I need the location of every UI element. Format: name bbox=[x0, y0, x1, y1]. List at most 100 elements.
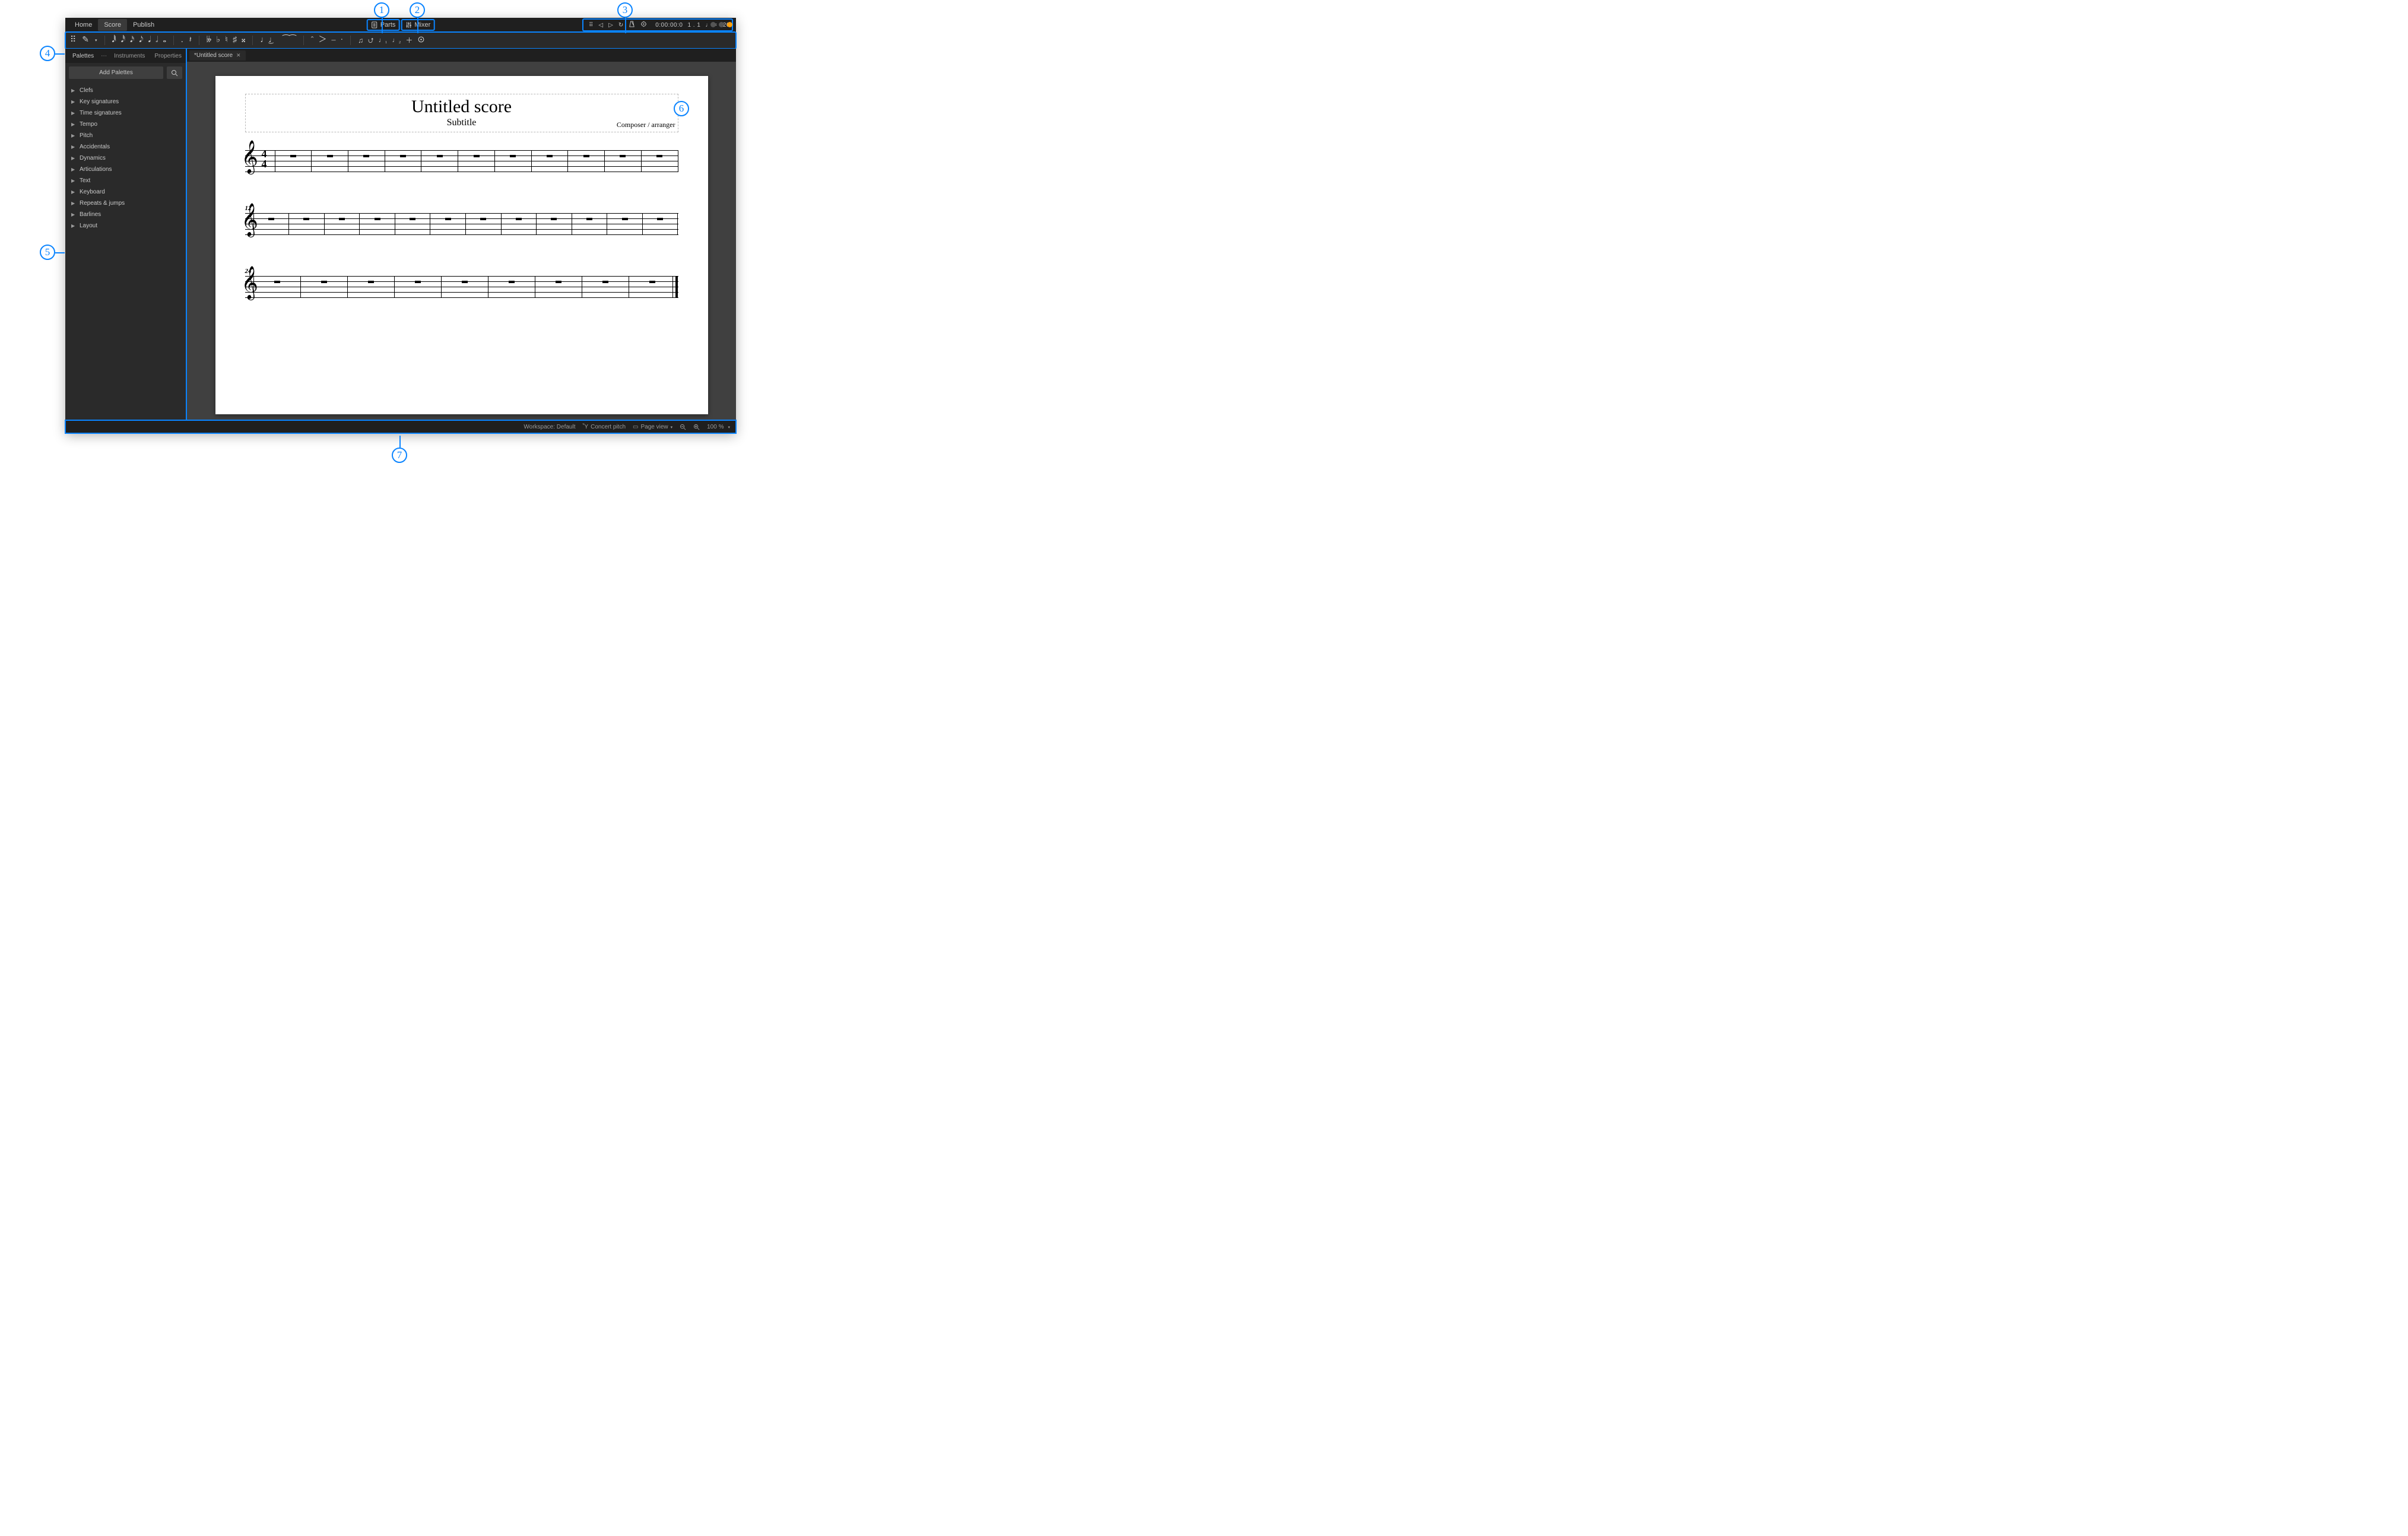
score-title[interactable]: Untitled score bbox=[246, 97, 678, 116]
score-viewport[interactable]: Untitled score Subtitle Composer / arran… bbox=[187, 62, 736, 420]
menu-score[interactable]: Score bbox=[98, 19, 127, 31]
loop-button[interactable]: ↻ bbox=[618, 22, 623, 28]
window-controls[interactable] bbox=[710, 22, 732, 27]
slur-icon[interactable]: ⁀⁀ bbox=[283, 36, 296, 45]
measure[interactable] bbox=[395, 213, 431, 234]
flat-icon[interactable]: ♭ bbox=[216, 36, 220, 45]
close-icon[interactable]: ✕ bbox=[236, 52, 241, 59]
measure[interactable] bbox=[466, 213, 502, 234]
palette-item-layout[interactable]: ▶Layout bbox=[65, 220, 186, 231]
page-view-selector[interactable]: ▭ Page view ▾ bbox=[633, 424, 672, 430]
note-64th-icon[interactable]: 𝅘𝅥𝅱 bbox=[112, 36, 116, 45]
accent-icon[interactable]: ＞ bbox=[318, 36, 326, 45]
measure[interactable] bbox=[385, 150, 422, 172]
natural-icon[interactable]: ♮ bbox=[225, 36, 228, 45]
tab-instruments[interactable]: Instruments bbox=[109, 50, 150, 62]
zoom-level[interactable]: 100 %▾ bbox=[707, 424, 730, 430]
palette-item-dynamics[interactable]: ▶Dynamics bbox=[65, 153, 186, 164]
measure[interactable] bbox=[360, 213, 395, 234]
measure[interactable] bbox=[535, 276, 582, 297]
tenuto-icon[interactable]: – bbox=[331, 36, 335, 45]
measure[interactable] bbox=[629, 276, 678, 297]
drag-handle-icon[interactable]: ⠿ bbox=[70, 36, 76, 45]
measure[interactable] bbox=[605, 150, 642, 172]
staff-system[interactable]: 12𝄞 bbox=[245, 213, 678, 234]
double-sharp-icon[interactable]: 𝄪 bbox=[242, 36, 245, 45]
toolbar-settings-icon[interactable] bbox=[417, 36, 425, 45]
note-half-icon[interactable]: 𝅗𝅥 bbox=[156, 36, 158, 45]
staff[interactable]: 𝄞 bbox=[245, 276, 678, 297]
rest-icon[interactable]: 𝄽 bbox=[189, 36, 192, 45]
measure[interactable] bbox=[430, 213, 466, 234]
measure[interactable] bbox=[458, 150, 495, 172]
menu-publish[interactable]: Publish bbox=[127, 19, 160, 31]
search-button[interactable] bbox=[167, 66, 182, 79]
zoom-in-button[interactable] bbox=[693, 424, 700, 430]
add-palettes-button[interactable]: Add Palettes bbox=[69, 66, 163, 79]
measure[interactable] bbox=[532, 150, 569, 172]
playback-settings-icon[interactable] bbox=[640, 21, 647, 29]
rewind-button[interactable]: ◁ bbox=[598, 22, 603, 28]
more-icon[interactable]: ⋯ bbox=[99, 53, 109, 59]
zoom-out-button[interactable] bbox=[680, 424, 686, 430]
measure[interactable] bbox=[325, 213, 360, 234]
note-16th-icon[interactable]: 𝅘𝅥𝅯 bbox=[130, 36, 134, 45]
title-frame[interactable]: Untitled score Subtitle Composer / arran… bbox=[245, 94, 678, 132]
menu-home[interactable]: Home bbox=[69, 19, 98, 31]
score-composer[interactable]: Composer / arranger bbox=[617, 120, 675, 129]
pencil-icon[interactable]: ✎ bbox=[82, 36, 89, 45]
measure[interactable] bbox=[348, 150, 385, 172]
palette-item-key-signatures[interactable]: ▶Key signatures bbox=[65, 96, 186, 107]
measure[interactable] bbox=[572, 213, 608, 234]
staff-system[interactable]: 𝄞44 bbox=[245, 150, 678, 172]
measure[interactable] bbox=[537, 213, 572, 234]
tie-icon[interactable]: ♩͜♩ bbox=[260, 36, 277, 45]
tab-palettes[interactable]: Palettes bbox=[68, 50, 99, 62]
measure[interactable] bbox=[502, 213, 537, 234]
measure[interactable] bbox=[643, 213, 678, 234]
play-button[interactable]: ▷ bbox=[608, 22, 613, 28]
measure[interactable] bbox=[312, 150, 348, 172]
palette-item-pitch[interactable]: ▶Pitch bbox=[65, 130, 186, 141]
file-tab[interactable]: *Untitled score ✕ bbox=[189, 50, 246, 61]
add-icon[interactable]: ＋ bbox=[405, 37, 413, 44]
concert-pitch-toggle[interactable]: Ὗ Concert pitch bbox=[582, 424, 626, 430]
tab-properties[interactable]: Properties bbox=[150, 50, 186, 62]
staccato-icon[interactable]: · bbox=[340, 36, 343, 45]
parts-toggle[interactable]: Parts bbox=[367, 20, 399, 30]
palette-item-barlines[interactable]: ▶Barlines bbox=[65, 209, 186, 220]
note-whole-icon[interactable]: 𝅝 bbox=[163, 36, 167, 45]
measure[interactable] bbox=[442, 276, 488, 297]
palette-item-repeats-jumps[interactable]: ▶Repeats & jumps bbox=[65, 198, 186, 209]
score-subtitle[interactable]: Subtitle bbox=[246, 118, 678, 128]
note-quarter-icon[interactable]: 𝅘𝅥 bbox=[148, 36, 151, 45]
palette-item-articulations[interactable]: ▶Articulations bbox=[65, 164, 186, 175]
measure[interactable] bbox=[495, 150, 532, 172]
workspace-selector[interactable]: Workspace: Default bbox=[524, 424, 575, 430]
staff-system[interactable]: 24𝄞 bbox=[245, 276, 678, 297]
measure[interactable] bbox=[301, 276, 348, 297]
measure[interactable] bbox=[395, 276, 442, 297]
measure[interactable] bbox=[289, 213, 325, 234]
flip-icon[interactable]: ⮍ bbox=[368, 37, 374, 44]
measure[interactable] bbox=[421, 150, 458, 172]
tuplet-icon[interactable]: ♫ bbox=[358, 37, 363, 44]
palette-item-clefs[interactable]: ▶Clefs bbox=[65, 85, 186, 96]
staff[interactable]: 𝄞 bbox=[245, 213, 678, 234]
measure[interactable] bbox=[582, 276, 629, 297]
measure[interactable] bbox=[488, 276, 535, 297]
palette-item-tempo[interactable]: ▶Tempo bbox=[65, 119, 186, 130]
measure[interactable] bbox=[348, 276, 395, 297]
measure[interactable] bbox=[253, 276, 301, 297]
metronome-button[interactable] bbox=[629, 21, 635, 29]
dot-icon[interactable]: 𝅭. bbox=[181, 36, 183, 45]
score-page[interactable]: Untitled score Subtitle Composer / arran… bbox=[215, 76, 708, 414]
measure[interactable] bbox=[642, 150, 678, 172]
note-32nd-icon[interactable]: 𝅘𝅥𝅰 bbox=[121, 36, 125, 45]
measure[interactable] bbox=[607, 213, 643, 234]
palette-item-time-signatures[interactable]: ▶Time signatures bbox=[65, 107, 186, 119]
palette-item-text[interactable]: ▶Text bbox=[65, 175, 186, 186]
note-8th-icon[interactable]: 𝅘𝅥𝅮 bbox=[139, 36, 143, 45]
double-flat-icon[interactable]: 𝄫 bbox=[207, 36, 211, 45]
time-signature[interactable]: 44 bbox=[262, 149, 267, 169]
